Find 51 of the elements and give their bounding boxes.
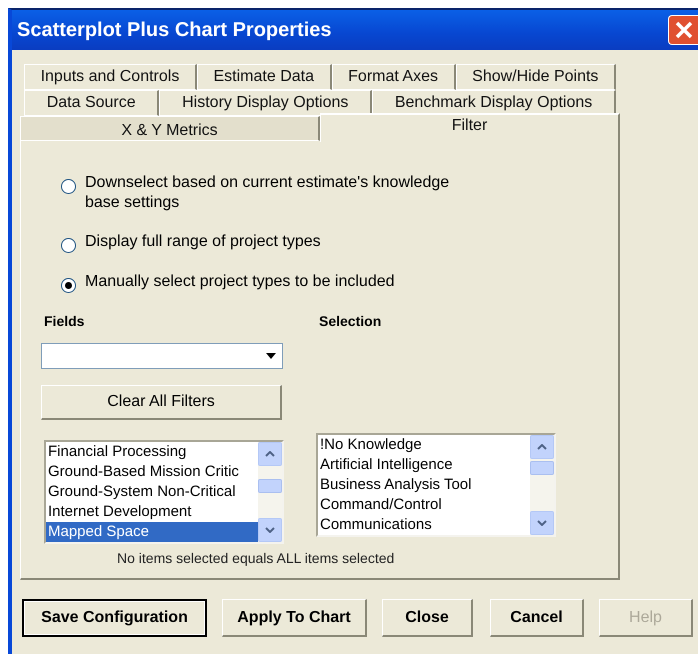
hint-text: No items selected equals ALL items selected [117,550,396,566]
fields-label: Fields [43,313,86,331]
tab[interactable]: History Display Options [159,90,372,116]
tab[interactable]: Show/Hide Points [456,64,616,90]
list-item[interactable]: !No Knowledge [318,435,530,455]
caret-up-icon [265,451,275,457]
scroll-up-button[interactable] [258,442,282,466]
list-item[interactable]: Command/Control [318,495,530,515]
scroll-down-button[interactable] [530,511,554,535]
caret-up-icon [537,444,547,450]
scroll-thumb[interactable] [530,461,554,475]
radio-label: Manually select project types to be included [85,272,395,292]
clear-filters-button[interactable]: Clear All Filters [41,385,282,420]
dialog-button: Help [599,599,693,637]
tab[interactable]: X & Y Metrics [20,116,320,141]
list-item[interactable]: Business Analysis Tool [318,475,530,495]
radio-label: Display full range of project types [85,232,321,252]
scrollbar[interactable] [530,435,554,535]
close-button[interactable] [668,15,698,45]
list-item[interactable]: Ground-Based Mission Critic [46,462,258,482]
dialog-button[interactable]: Close [382,599,473,637]
close-icon [674,20,694,40]
radio-button[interactable] [61,179,76,194]
tab[interactable]: Format Axes [332,64,456,90]
scrollbar[interactable] [258,442,282,542]
list-item[interactable]: Artificial Intelligence [318,455,530,475]
caret-down-icon [265,527,275,533]
dialog-button[interactable]: Apply To Chart [222,599,367,637]
fields-dropdown[interactable] [41,343,283,369]
list-item[interactable]: Communications [318,515,530,535]
fields-list[interactable]: Financial Processing Ground-Based Mission Critic Ground-System Non-Critical Internet Development Mapped Space [44,440,284,544]
tab[interactable]: Filter [320,113,620,142]
list-item[interactable]: Ground-System Non-Critical [46,482,258,502]
list-item[interactable]: Financial Processing [46,442,258,462]
tab[interactable]: Estimate Data [196,64,332,90]
scroll-up-button[interactable] [530,435,554,459]
radio-label: Downselect based on current estimate's knowledge base settings [85,173,450,213]
list-item[interactable]: Internet Development [46,502,258,522]
radio-button[interactable] [61,238,76,253]
tab[interactable]: Inputs and Controls [24,64,197,90]
window-title: Scatterplot Plus Chart Properties [17,18,332,42]
selection-label: Selection [318,313,382,331]
dialog-button[interactable]: Cancel [490,599,584,637]
list-item[interactable]: Mapped Space [46,522,258,542]
tab[interactable]: Data Source [24,90,160,116]
radio-button[interactable] [61,278,76,293]
scroll-down-button[interactable] [258,518,282,542]
scroll-thumb[interactable] [258,479,282,493]
dialog-button[interactable]: Save Configuration [22,599,207,637]
selection-list[interactable]: !No Knowledge Artificial Intelligence Business Analysis Tool Command/Control Communications [316,433,556,537]
caret-down-icon [537,520,547,526]
